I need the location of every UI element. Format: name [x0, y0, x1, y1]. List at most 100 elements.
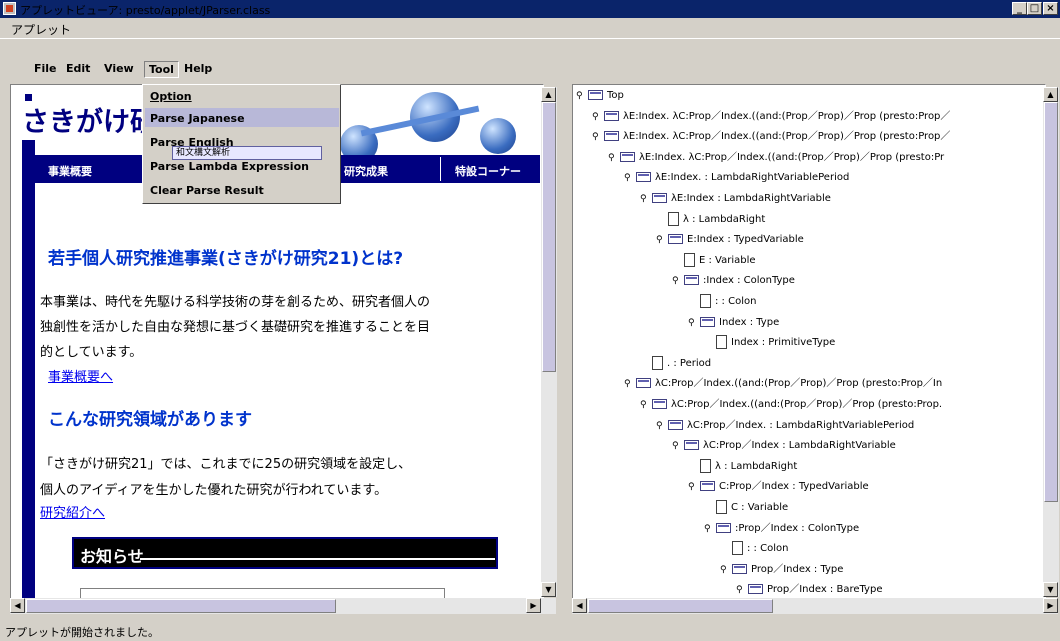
nav-overview[interactable]: 事業概要: [48, 163, 92, 179]
tree-node[interactable]: E : Variable: [672, 252, 756, 269]
notice-heading: お知らせ: [80, 547, 144, 566]
expand-handle-icon[interactable]: ⚲: [592, 129, 602, 145]
tree-node[interactable]: ⚲:Prop／Index : ColonType: [704, 521, 859, 537]
expand-handle-icon[interactable]: ⚲: [720, 562, 730, 578]
scroll-right-button[interactable]: ▶: [526, 598, 541, 613]
menu-item-option[interactable]: Option: [150, 90, 192, 103]
expand-handle-icon[interactable]: ⚲: [640, 397, 650, 413]
close-button[interactable]: ×: [1043, 2, 1058, 15]
menu-tool[interactable]: Tool: [144, 61, 179, 78]
tree-node[interactable]: C : Variable: [704, 500, 788, 516]
side-band: [22, 140, 35, 600]
tree-node[interactable]: : : Colon: [688, 294, 756, 310]
left-hscroll-thumb[interactable]: [26, 599, 336, 613]
scroll-down-button[interactable]: ▼: [541, 582, 556, 597]
tree-node[interactable]: ⚲ C:Prop／Index : TypedVariable: [688, 479, 869, 495]
expand-handle-icon[interactable]: ⚲: [640, 191, 650, 207]
scroll-right-button[interactable]: ▶: [1043, 598, 1058, 613]
applet-menu[interactable]: アプレット: [11, 21, 71, 38]
link-research[interactable]: 研究紹介へ: [40, 502, 105, 521]
expand-handle-icon[interactable]: ⚲: [592, 109, 602, 125]
menu-item-parse-lambda[interactable]: Parse Lambda Expression: [150, 160, 309, 173]
tree-node[interactable]: ⚲ Prop／Index : Type: [720, 562, 843, 578]
menu-item-clear-result[interactable]: Clear Parse Result: [150, 184, 264, 197]
tree-node-label: λC:Prop／Index : LambdaRightVariable: [703, 440, 896, 452]
tree-node[interactable]: : : Colon: [720, 541, 788, 557]
nav-special[interactable]: 特設コーナー: [455, 163, 521, 179]
leaf-icon: [700, 458, 711, 473]
tree-node-label: Prop／Index : BareType: [767, 584, 883, 596]
tree-node[interactable]: ⚲:Index : ColonType: [672, 273, 795, 289]
folder-icon: [700, 316, 715, 327]
tree-node[interactable]: ⚲ λE:Index. : LambdaRightVariablePeriod: [624, 170, 849, 186]
tree-node-label: E : Variable: [699, 254, 756, 266]
expand-handle-icon[interactable]: ⚲: [736, 582, 746, 596]
tree-node[interactable]: ⚲ λC:Prop／Index. : LambdaRightVariablePer…: [656, 418, 914, 434]
tree-node[interactable]: ⚲ λE:Index. λC:Prop／Index.((and:(Prop／Pro…: [592, 129, 950, 145]
nav-results[interactable]: 研究成果: [344, 163, 388, 179]
scroll-left-button[interactable]: ◀: [572, 598, 587, 613]
tree-node-label: : : Colon: [715, 296, 757, 307]
right-hscroll-thumb[interactable]: [588, 599, 773, 613]
expand-handle-icon[interactable]: ⚲: [624, 376, 634, 392]
tree-node-label: λ : LambdaRight: [683, 213, 766, 225]
scroll-up-button[interactable]: ▲: [1043, 87, 1058, 102]
tree-node-label: λE:Index : LambdaRightVariable: [671, 193, 831, 204]
expand-handle-icon[interactable]: ⚲: [656, 418, 666, 434]
menu-item-parse-japanese[interactable]: Parse Japanese: [150, 112, 245, 125]
expand-handle-icon[interactable]: ⚲: [688, 479, 698, 495]
folder-icon: [652, 193, 667, 203]
minimize-button[interactable]: _: [1012, 2, 1027, 15]
notice-underline: [140, 558, 495, 560]
tree-node-label: C:Prop／Index : TypedVariable: [719, 481, 869, 493]
tree-node-label: Top: [607, 90, 624, 101]
link-overview[interactable]: 事業概要へ: [48, 366, 113, 385]
folder-icon: [604, 131, 619, 142]
right-vscroll-thumb[interactable]: [1044, 102, 1058, 502]
tree-node[interactable]: ⚲ E:Index : TypedVariable: [656, 232, 804, 248]
scroll-left-button[interactable]: ◀: [10, 598, 25, 613]
maximize-button[interactable]: □: [1027, 2, 1042, 15]
menu-edit[interactable]: Edit: [62, 61, 94, 76]
menu-file[interactable]: File: [30, 61, 61, 76]
tree-node[interactable]: ⚲ Prop／Index : BareType: [736, 582, 882, 596]
tree-node[interactable]: Index : PrimitiveType: [704, 335, 835, 351]
notice-box: [80, 588, 445, 598]
expand-handle-icon[interactable]: ⚲: [624, 170, 634, 186]
nav-divider: [440, 157, 441, 181]
tree-node[interactable]: . : Period: [640, 355, 712, 372]
expand-handle-icon[interactable]: ⚲: [672, 273, 682, 289]
expand-handle-icon[interactable]: ⚲: [608, 150, 618, 166]
tree-node-label: . : Period: [667, 357, 712, 369]
scroll-up-button[interactable]: ▲: [541, 87, 556, 102]
tree-node[interactable]: ⚲ λC:Prop／Index.((and:(Prop／Prop)／Prop (p…: [624, 376, 942, 392]
menu-help[interactable]: Help: [180, 61, 216, 76]
tree-node[interactable]: ⚲ λE:Index. λC:Prop／Index.((and:(Prop／Pro…: [592, 109, 950, 125]
left-vscroll-thumb[interactable]: [542, 102, 556, 372]
tree-node-label: Index : Type: [719, 316, 780, 328]
folder-icon: [636, 378, 651, 389]
expand-handle-icon[interactable]: ⚲: [672, 438, 682, 454]
tree-node-label: λC:Prop／Index. : LambdaRightVariablePeri…: [687, 419, 915, 431]
tree-node[interactable]: λ : LambdaRight: [656, 211, 766, 228]
tree-node-label: λC:Prop／Index.((and:(Prop／Prop)／Prop (pr…: [671, 399, 943, 410]
decor-sphere: [480, 118, 516, 154]
tree-node[interactable]: ⚲ λC:Prop／Index : LambdaRightVariable: [672, 438, 896, 454]
menu-view[interactable]: View: [100, 61, 138, 76]
tree-node[interactable]: ⚲ λC:Prop／Index.((and:(Prop／Prop)／Prop (p…: [640, 397, 942, 413]
scroll-down-button[interactable]: ▼: [1043, 582, 1058, 597]
tree-node-label: Prop／Index : Type: [751, 563, 844, 575]
tree-node[interactable]: λ : LambdaRight: [688, 458, 797, 475]
expand-handle-icon[interactable]: ⚲: [704, 521, 714, 537]
expand-handle-icon[interactable]: ⚲: [576, 88, 586, 104]
folder-icon: [700, 481, 715, 492]
tree-node[interactable]: ⚲ λE:Index. λC:Prop／Index.((and:(Prop／Pro…: [608, 150, 944, 166]
paragraph-line: 個人のアイディアを生かした優れた研究が行われています。: [40, 483, 388, 498]
paragraph-line: 本事業は、時代を先駆ける科学技術の芽を創るため、研究者個人の: [40, 295, 431, 310]
tree-node[interactable]: ⚲ λE:Index : LambdaRightVariable: [640, 191, 831, 207]
expand-handle-icon[interactable]: ⚲: [656, 232, 666, 248]
expand-handle-icon[interactable]: ⚲: [688, 315, 698, 331]
tree-node[interactable]: ⚲ Index : Type: [688, 315, 779, 331]
tree-node[interactable]: ⚲ Top: [576, 88, 624, 104]
leaf-icon: [700, 294, 711, 308]
